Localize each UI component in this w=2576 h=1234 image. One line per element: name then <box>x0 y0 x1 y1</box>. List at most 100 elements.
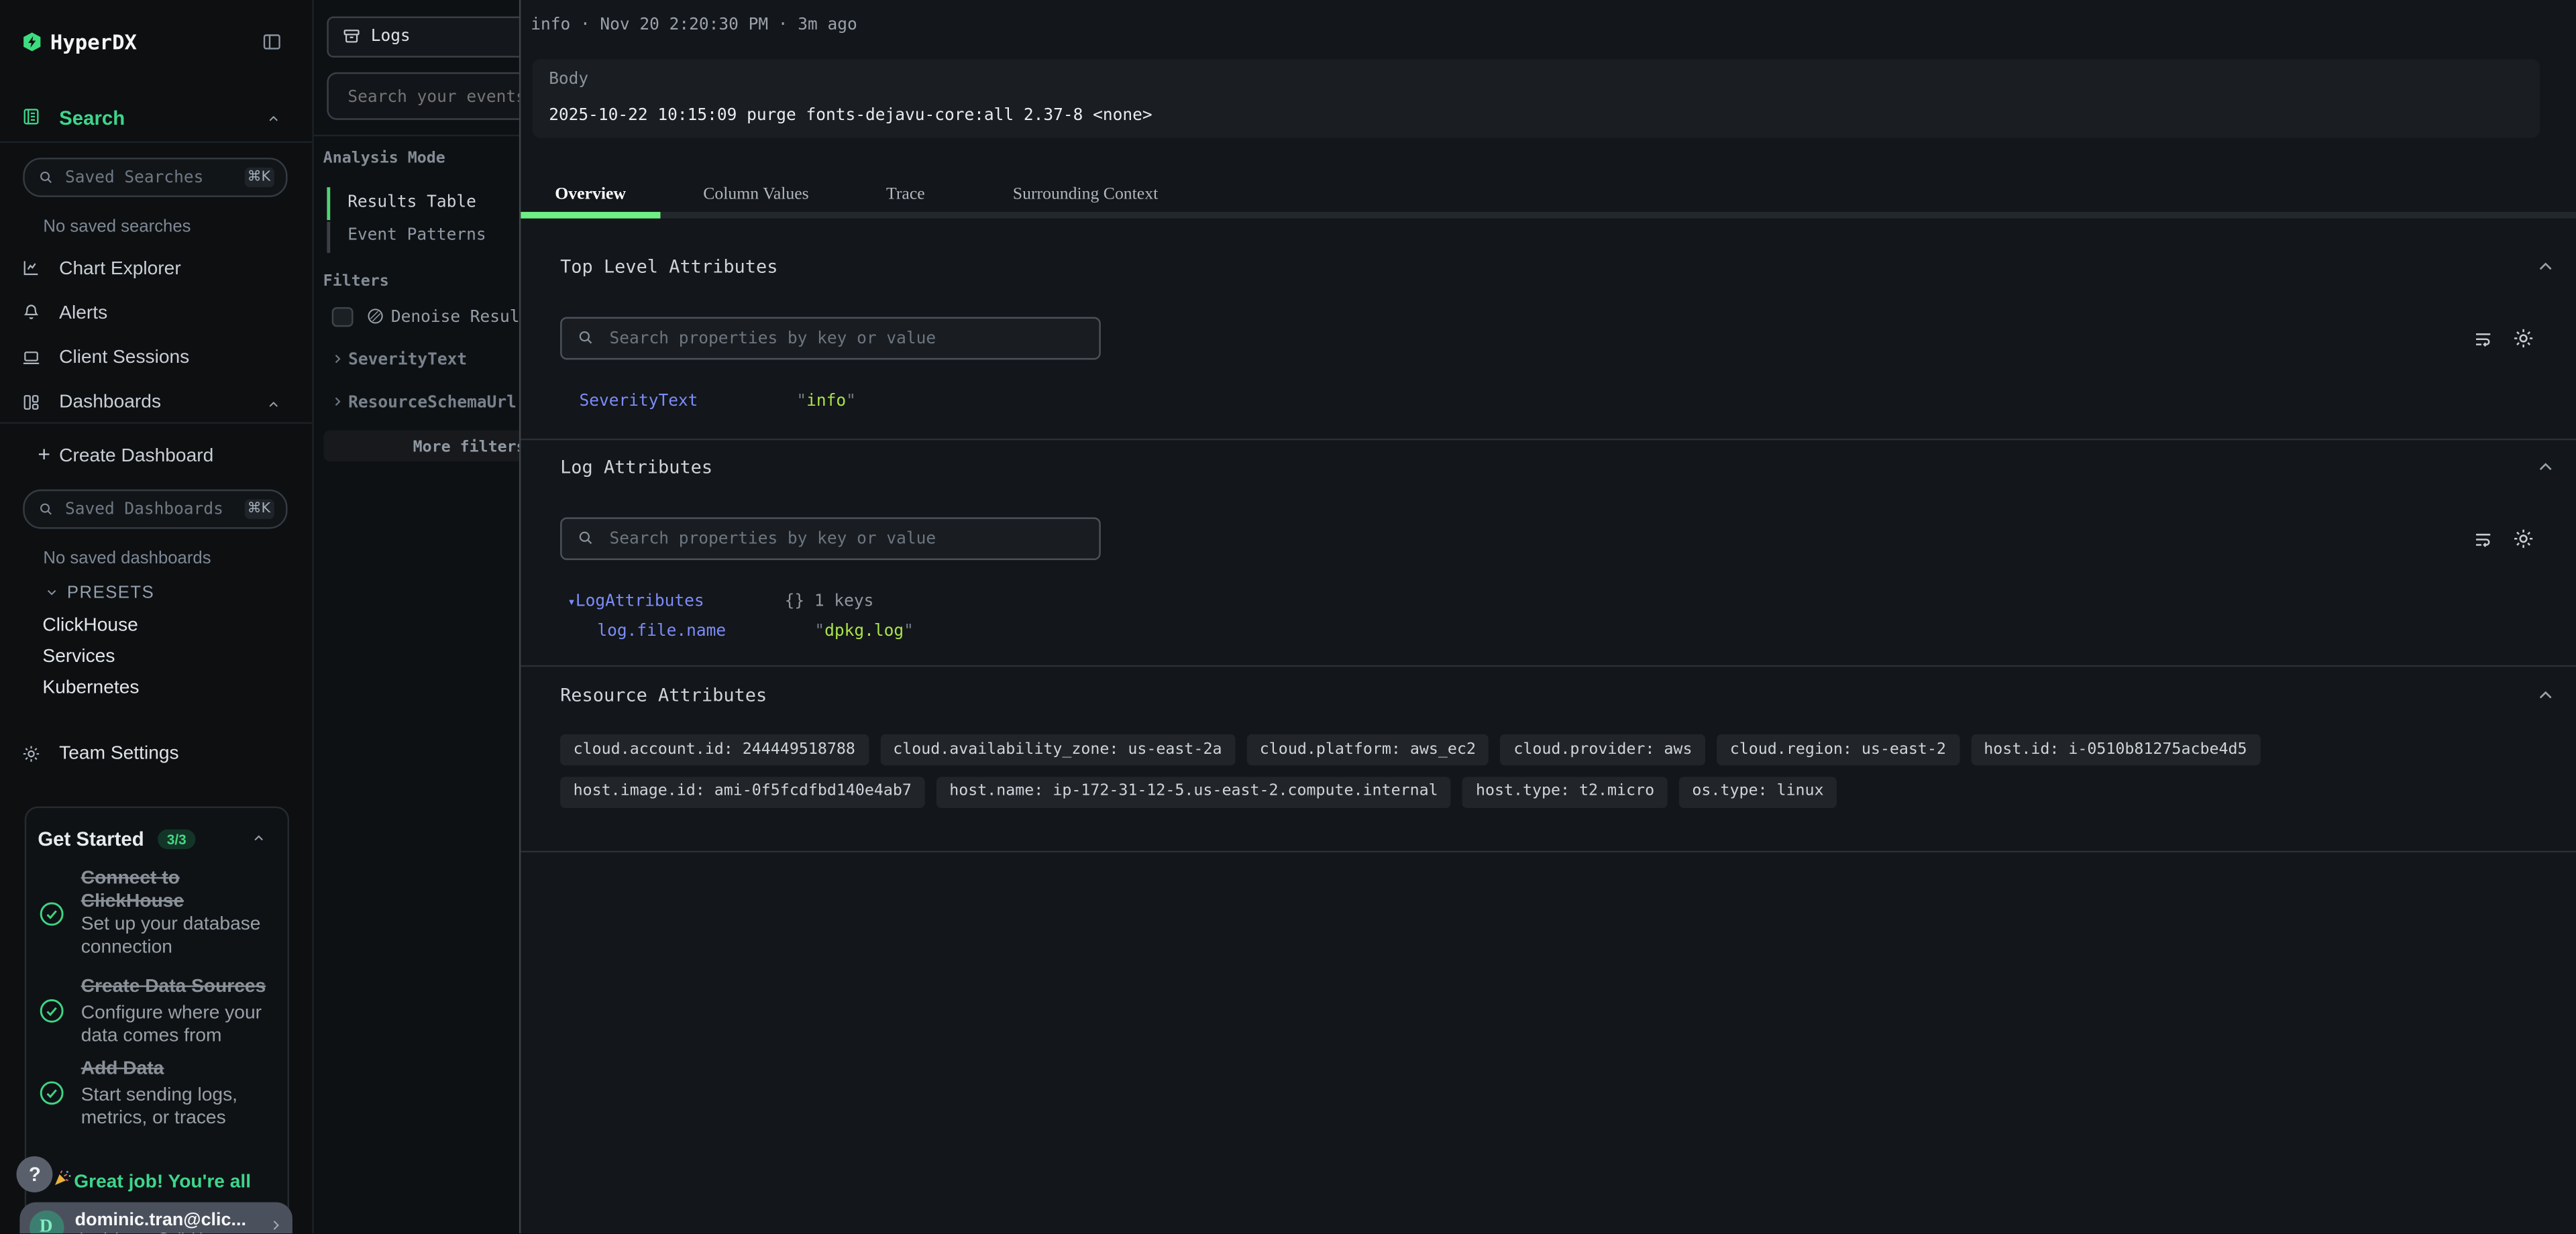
log-attributes-search-box[interactable] <box>560 517 1101 560</box>
party-popper-icon <box>52 1167 71 1186</box>
chevron-up-icon[interactable] <box>266 112 281 127</box>
congrats-text: Great job! You're all <box>74 1173 268 1192</box>
attribute-tree-root: ▾LogAttributes {} 1 keys <box>568 593 873 611</box>
get-started-item-title[interactable]: Create Data Sources <box>81 978 270 1001</box>
get-started-item-title[interactable]: Connect to ClickHouse <box>81 868 267 914</box>
chevron-up-icon[interactable] <box>2534 685 2556 706</box>
filter-group-severitytext[interactable]: SeverityText <box>348 351 467 369</box>
separator: · <box>778 16 788 34</box>
resource-chip[interactable]: host.type: t2.micro <box>1462 776 1667 807</box>
divider <box>520 438 2576 440</box>
resource-chip[interactable]: cloud.provider: aws <box>1501 734 1705 766</box>
resource-chip[interactable]: cloud.availability_zone: us-east-2a <box>880 734 1235 766</box>
client-sessions-laptop-icon <box>21 347 41 367</box>
gear-icon[interactable] <box>2511 326 2534 349</box>
resource-chips: cloud.account.id: 244449518788 cloud.ava… <box>560 734 2558 807</box>
tab-trace[interactable]: Trace <box>851 185 960 205</box>
more-filters-label: More filters <box>413 439 526 457</box>
resource-chip[interactable]: os.type: linux <box>1679 776 1837 807</box>
attribute-row: SeverityText"info" <box>579 392 855 410</box>
chevron-up-icon[interactable] <box>2534 457 2556 478</box>
no-saved-searches-text: No saved searches <box>43 218 191 236</box>
saved-dashboards-input[interactable] <box>62 491 246 527</box>
sidebar-item-chart-explorer[interactable]: Chart Explorer <box>59 259 181 278</box>
resource-chip[interactable]: host.id: i-0510b81275acbe4d5 <box>1971 734 2260 766</box>
denoise-label[interactable]: Denoise Results <box>391 308 539 326</box>
divider <box>520 850 2576 852</box>
event-timestamp: Nov 20 2:20:30 PM <box>600 16 768 34</box>
sidebar-item-team-settings[interactable]: Team Settings <box>59 744 178 763</box>
log-attributes-search-input[interactable] <box>606 520 1089 557</box>
divider <box>0 422 312 423</box>
resource-chip[interactable]: cloud.region: us-east-2 <box>1717 734 1959 766</box>
saved-searches-search[interactable]: ⌘K <box>22 158 286 197</box>
sidebar-item-dashboards[interactable]: Dashboards <box>59 393 161 412</box>
saved-searches-input[interactable] <box>62 160 246 196</box>
get-started-title: Get Started <box>38 828 144 851</box>
gear-icon[interactable] <box>2511 526 2534 549</box>
shortcut-badge: ⌘K <box>244 167 274 186</box>
attribute-value[interactable]: dpkg.log <box>824 622 904 640</box>
keys-count: {} 1 keys <box>785 593 874 611</box>
attribute-row: log.file.name"dpkg.log" <box>597 622 913 640</box>
section-title-log-attributes: Log Attributes <box>560 458 712 478</box>
chevron-down-icon[interactable] <box>44 585 58 600</box>
filter-group-resourceschemaurl[interactable]: ResourceSchemaUrl <box>348 394 517 412</box>
tab-column-values[interactable]: Column Values <box>661 185 851 205</box>
saved-dashboards-search[interactable]: ⌘K <box>22 490 286 529</box>
mode-event-patterns[interactable]: Event Patterns <box>347 226 486 244</box>
plus-icon: + <box>38 443 50 464</box>
user-email: dominic.tran@clickho... <box>75 1231 228 1234</box>
alerts-bell-icon <box>21 303 41 323</box>
resource-chip[interactable]: cloud.account.id: 244449518788 <box>560 734 868 766</box>
avatar: D <box>29 1210 63 1234</box>
sidebar-item-client-sessions[interactable]: Client Sessions <box>59 348 189 368</box>
attribute-key[interactable]: LogAttributes <box>576 593 704 611</box>
collapse-triangle-icon[interactable]: ▾ <box>568 595 576 610</box>
sidebar-item-search[interactable]: Search <box>59 109 125 128</box>
event-relative-time: 3m ago <box>798 16 857 34</box>
filters-label: Filters <box>323 274 389 290</box>
mode-results-table[interactable]: Results Table <box>347 194 476 212</box>
chart-explorer-icon <box>21 258 41 278</box>
preset-clickhouse[interactable]: ClickHouse <box>42 615 138 634</box>
chevron-up-icon[interactable] <box>266 396 281 411</box>
tab-surrounding-context[interactable]: Surrounding Context <box>960 185 1212 205</box>
event-detail-panel: info·Nov 20 2:20:30 PM·3m ago Body 2025-… <box>519 0 2576 1234</box>
attribute-value[interactable]: info <box>806 392 846 410</box>
check-circle-icon <box>38 997 66 1025</box>
chevron-up-icon[interactable] <box>252 832 266 846</box>
tab-overview[interactable]: Overview <box>520 185 661 205</box>
preset-kubernetes[interactable]: Kubernetes <box>42 678 139 697</box>
resource-chip[interactable]: host.name: ip-172-31-12-5.us-east-2.comp… <box>936 776 1452 807</box>
create-dashboard-button[interactable]: Create Dashboard <box>59 446 213 465</box>
get-started-item-desc: Configure where your data comes from <box>81 1003 267 1049</box>
resource-chip[interactable]: host.image.id: ami-0f5fcdfbd140e4ab7 <box>560 776 924 807</box>
body-card: Body 2025-10-22 10:15:09 purge fonts-dej… <box>533 59 2540 138</box>
preset-services[interactable]: Services <box>42 647 115 666</box>
sidebar-item-alerts[interactable]: Alerts <box>59 303 107 323</box>
collapse-sidebar-icon[interactable] <box>260 32 282 53</box>
attribute-key[interactable]: SeverityText <box>579 392 698 410</box>
user-card[interactable]: D dominic.tran@clic... dominic.tran@clic… <box>19 1202 292 1234</box>
sidebar: HyperDX Search ⌘K No saved searches Char… <box>0 0 314 1234</box>
attribute-key[interactable]: log.file.name <box>597 622 726 640</box>
denoise-icon <box>366 306 384 325</box>
top-level-search-input[interactable] <box>606 321 1089 357</box>
get-started-item-desc: Start sending logs, metrics, or traces <box>81 1085 267 1131</box>
presets-label[interactable]: PRESETS <box>67 584 154 602</box>
top-level-search-box[interactable] <box>560 317 1101 360</box>
chevron-right-icon[interactable] <box>329 351 344 366</box>
chevron-right-icon[interactable] <box>329 394 344 408</box>
search-icon <box>37 169 53 185</box>
wrap-lines-icon[interactable] <box>2472 528 2493 549</box>
get-started-item-title[interactable]: Add Data <box>81 1060 267 1082</box>
chevron-up-icon[interactable] <box>2534 256 2556 278</box>
source-select-value: Logs <box>371 27 411 45</box>
resource-chip[interactable]: cloud.platform: aws_ec2 <box>1246 734 1489 766</box>
chevron-right-icon <box>267 1217 283 1233</box>
check-circle-icon <box>38 901 66 929</box>
wrap-lines-icon[interactable] <box>2472 328 2493 349</box>
denoise-checkbox[interactable] <box>332 306 353 327</box>
hyperdx-logo-icon <box>21 30 43 52</box>
